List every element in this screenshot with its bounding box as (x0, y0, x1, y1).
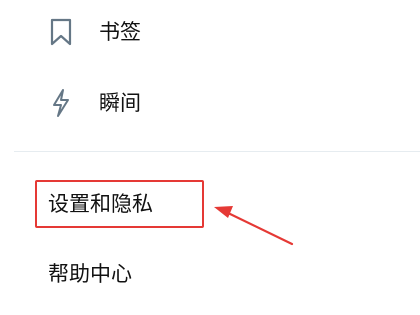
menu-item-label: 书签 (99, 20, 141, 44)
lightning-icon (53, 89, 69, 117)
menu-item-moments[interactable]: 瞬间 (0, 85, 420, 121)
menu-item-label: 设置和隐私 (48, 192, 153, 216)
side-menu: 书签 瞬间 设置和隐私 帮助中心 (0, 0, 420, 315)
bookmark-icon (50, 18, 72, 46)
menu-item-help-center[interactable]: 帮助中心 (0, 256, 420, 292)
menu-item-settings-privacy[interactable]: 设置和隐私 (0, 180, 420, 230)
menu-item-bookmarks[interactable]: 书签 (0, 15, 420, 49)
menu-item-label: 瞬间 (99, 91, 141, 115)
menu-divider (14, 151, 420, 152)
menu-item-label: 帮助中心 (48, 262, 132, 286)
